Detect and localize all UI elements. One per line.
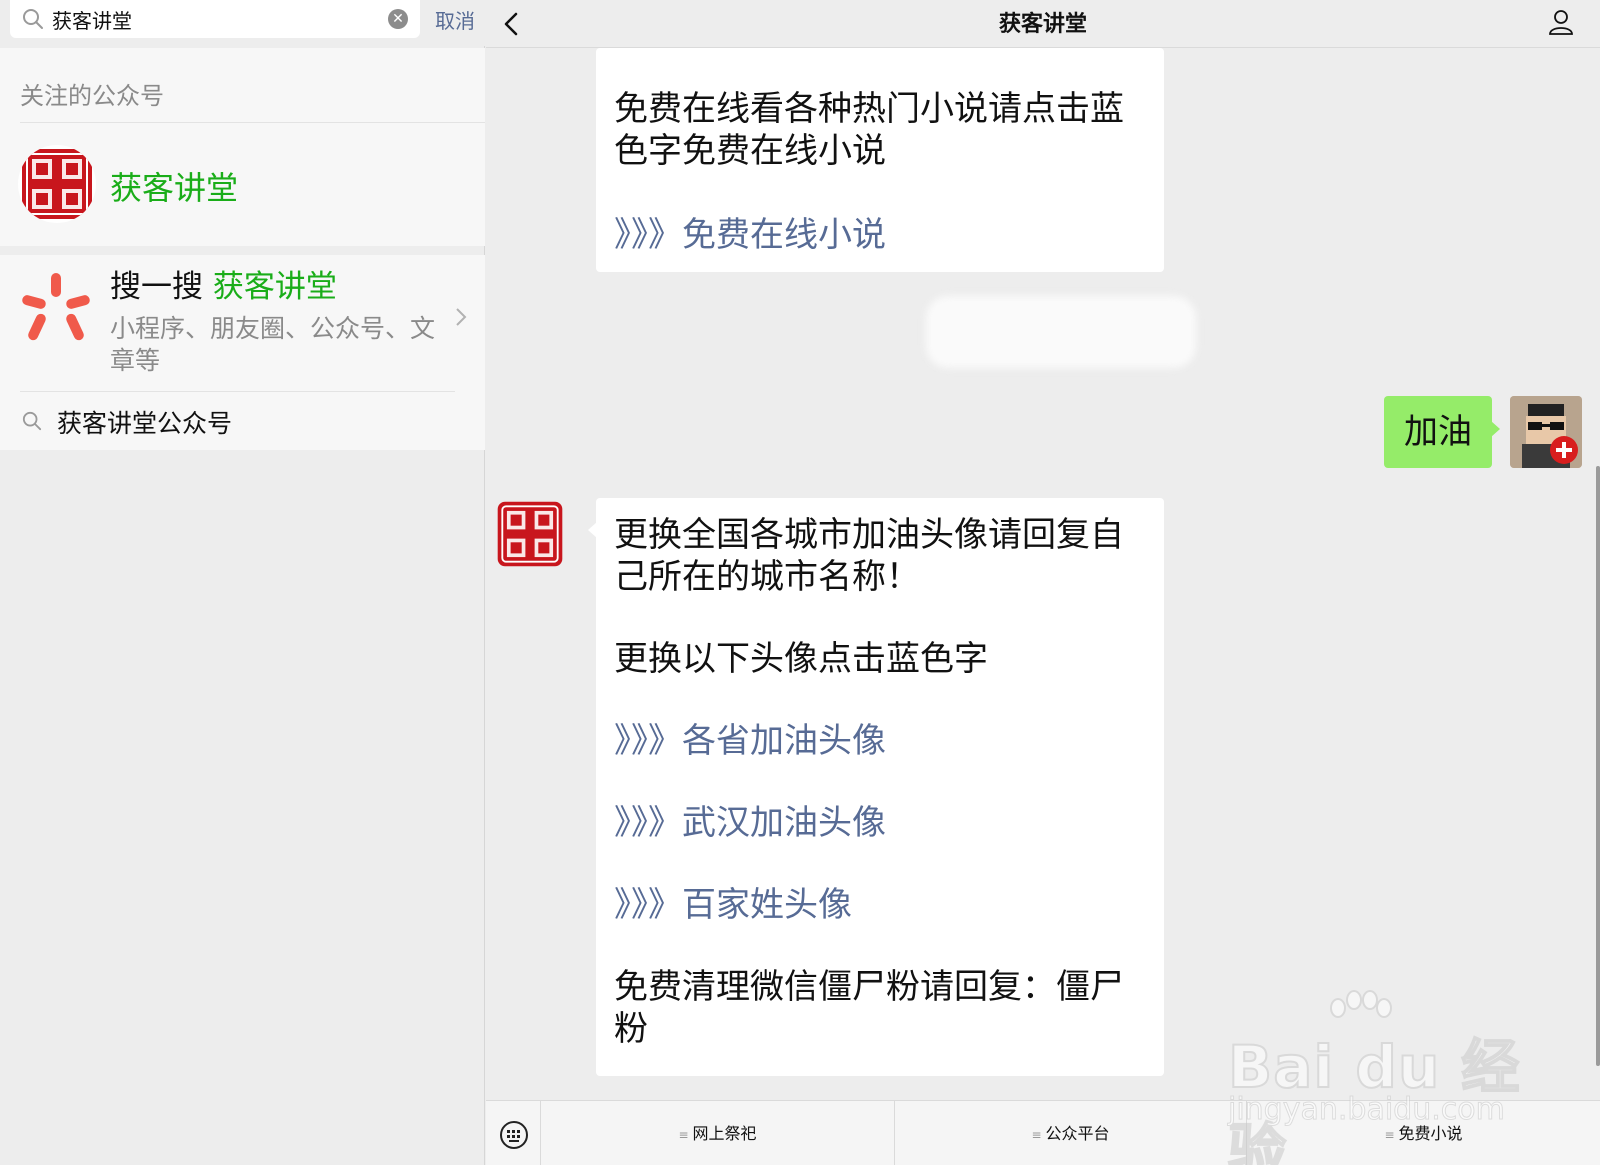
message-link[interactable]: 》》》免费在线小说	[614, 214, 1146, 256]
followed-accounts-section: 关注的公众号 获客讲堂	[0, 48, 485, 246]
search-icon	[22, 8, 44, 34]
menu-item-label: 公众平台	[1045, 1124, 1110, 1143]
received-message-bubble: 免费在线看各种热门小说请点击蓝色字免费在线小说 》》》免费在线小说	[596, 48, 1164, 272]
section-title: 关注的公众号	[20, 82, 164, 110]
profile-icon[interactable]	[1548, 8, 1574, 40]
message-text: 免费清理微信僵尸粉请回复：僵尸粉	[614, 967, 1124, 1049]
blurred-timestamp	[926, 296, 1196, 368]
sent-message-bubble: 加油	[1384, 396, 1492, 468]
menu-item-novels[interactable]: ≡ 免费小说	[1247, 1101, 1600, 1165]
account-avatar	[18, 145, 96, 223]
menu-item-platform[interactable]: ≡ 公众平台	[895, 1101, 1247, 1165]
chat-header: 获客讲堂	[486, 0, 1600, 48]
account-name: 获客讲堂	[110, 169, 239, 207]
search-bar: ✕ 取消	[0, 0, 485, 46]
search-input[interactable]	[52, 4, 372, 34]
search-suggestion-text: 获客讲堂公众号	[57, 409, 233, 438]
user-avatar[interactable]	[1510, 396, 1582, 468]
souyisou-title: 搜一搜 获客讲堂	[110, 261, 337, 306]
souyisou-row[interactable]: 搜一搜 获客讲堂 小程序、朋友圈、公众号、文章等	[0, 255, 485, 391]
menu-item-label: 免费小说	[1398, 1124, 1463, 1143]
souyisou-section: 搜一搜 获客讲堂 小程序、朋友圈、公众号、文章等 获客讲堂公众号	[0, 255, 485, 450]
clear-icon[interactable]: ✕	[388, 9, 408, 29]
scrollbar[interactable]	[1596, 466, 1600, 1066]
chevron-right-icon	[455, 307, 467, 333]
souyisou-keyword: 获客讲堂	[212, 269, 337, 305]
account-avatar[interactable]	[494, 498, 566, 570]
message-text: 免费在线看各种热门小说请点击蓝色字免费在线小说	[614, 89, 1124, 171]
message-text: 更换以下头像点击蓝色字	[614, 639, 988, 679]
cancel-button[interactable]: 取消	[435, 5, 475, 34]
message-link[interactable]: 》》》各省加油头像	[614, 720, 1146, 762]
search-box[interactable]: ✕	[10, 0, 420, 38]
menu-item-label: 网上祭祀	[692, 1124, 757, 1143]
search-icon	[22, 411, 42, 435]
followed-account-row[interactable]: 获客讲堂	[0, 123, 485, 246]
bottom-menu-bar: ≡ 网上祭祀 ≡ 公众平台 ≡ 免费小说	[486, 1100, 1600, 1165]
keyboard-icon	[500, 1121, 528, 1149]
search-panel: ✕ 取消 关注的公众号 获客讲堂	[0, 0, 485, 1165]
chat-title: 获客讲堂	[998, 12, 1087, 37]
souyisou-description: 小程序、朋友圈、公众号、文章等	[110, 314, 436, 375]
message-link[interactable]: 》》》武汉加油头像	[614, 802, 1146, 844]
received-message-bubble: 更换全国各城市加油头像请回复自己所在的城市名称！ 更换以下头像点击蓝色字 》》》…	[596, 498, 1164, 1076]
message-link[interactable]: 》》》百家姓头像	[614, 884, 1146, 926]
search-suggestion-row[interactable]: 获客讲堂公众号	[0, 392, 485, 450]
souyisou-prefix: 搜一搜	[110, 269, 203, 305]
souyisou-logo-icon	[18, 269, 94, 349]
chat-panel: 获客讲堂 免费在线看各种热门小说请点击蓝色字免费在线小说 》》》免费在线小说 加…	[486, 0, 1600, 1165]
keyboard-toggle-button[interactable]	[486, 1101, 541, 1165]
message-text: 更换全国各城市加油头像请回复自己所在的城市名称！	[614, 515, 1124, 597]
bubble-tail	[1491, 421, 1500, 437]
menu-item-memorial[interactable]: ≡ 网上祭祀	[541, 1101, 895, 1165]
